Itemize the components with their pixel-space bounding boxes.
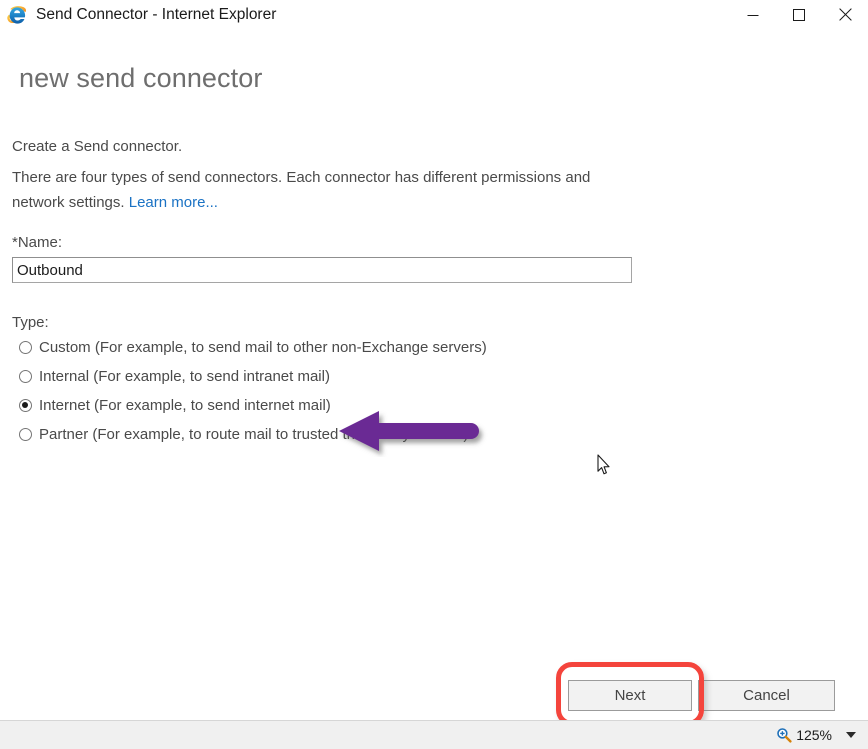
radio-option-label: Internet (For example, to send internet … bbox=[39, 396, 331, 414]
radio-option-label: Custom (For example, to send mail to oth… bbox=[39, 338, 487, 356]
type-radio-group: Custom (For example, to send mail to oth… bbox=[19, 335, 539, 451]
intro-line-2: There are four types of send connectors.… bbox=[12, 165, 602, 215]
minimize-icon bbox=[747, 14, 759, 16]
radio-option-label: Internal (For example, to send intranet … bbox=[39, 367, 330, 385]
close-icon bbox=[838, 8, 852, 21]
zoom-control[interactable]: 125% bbox=[776, 721, 862, 749]
radio-icon-selected bbox=[19, 399, 32, 412]
minimize-button[interactable] bbox=[730, 0, 776, 29]
radio-icon bbox=[19, 428, 32, 441]
chevron-down-icon[interactable] bbox=[846, 732, 856, 738]
zoom-in-magnifier-icon bbox=[777, 728, 792, 743]
intro-line-1: Create a Send connector. bbox=[12, 138, 183, 155]
radio-option-custom[interactable]: Custom (For example, to send mail to oth… bbox=[19, 335, 539, 360]
window-controls bbox=[730, 0, 868, 29]
radio-icon bbox=[19, 341, 32, 354]
title-bar: Send Connector - Internet Explorer bbox=[0, 0, 868, 29]
maximize-icon bbox=[793, 8, 805, 21]
name-input[interactable] bbox=[12, 257, 632, 283]
page-title: new send connector bbox=[19, 63, 263, 93]
radio-option-internet[interactable]: Internet (For example, to send internet … bbox=[19, 393, 539, 418]
zoom-level-label: 125% bbox=[796, 727, 832, 743]
close-button[interactable] bbox=[822, 0, 868, 29]
dialog-content: new send connector Create a Send connect… bbox=[0, 29, 868, 726]
radio-option-label: Partner (For example, to route mail to t… bbox=[39, 425, 469, 443]
type-group-label: Type: bbox=[12, 314, 49, 331]
internet-explorer-icon bbox=[7, 5, 27, 24]
name-field-label: *Name: bbox=[12, 234, 63, 251]
cancel-button[interactable]: Cancel bbox=[698, 680, 835, 711]
window-title: Send Connector - Internet Explorer bbox=[36, 5, 277, 23]
radio-option-internal[interactable]: Internal (For example, to send intranet … bbox=[19, 364, 539, 389]
mouse-cursor-icon bbox=[597, 454, 610, 475]
radio-icon bbox=[19, 370, 32, 383]
title-bar-left: Send Connector - Internet Explorer bbox=[6, 2, 276, 27]
learn-more-link[interactable]: Learn more... bbox=[129, 194, 218, 211]
intro-line-2-text: There are four types of send connectors.… bbox=[12, 169, 591, 211]
maximize-button[interactable] bbox=[776, 0, 822, 29]
status-bar: 125% bbox=[0, 720, 868, 749]
next-button[interactable]: Next bbox=[568, 680, 692, 711]
radio-option-partner[interactable]: Partner (For example, to route mail to t… bbox=[19, 422, 539, 447]
